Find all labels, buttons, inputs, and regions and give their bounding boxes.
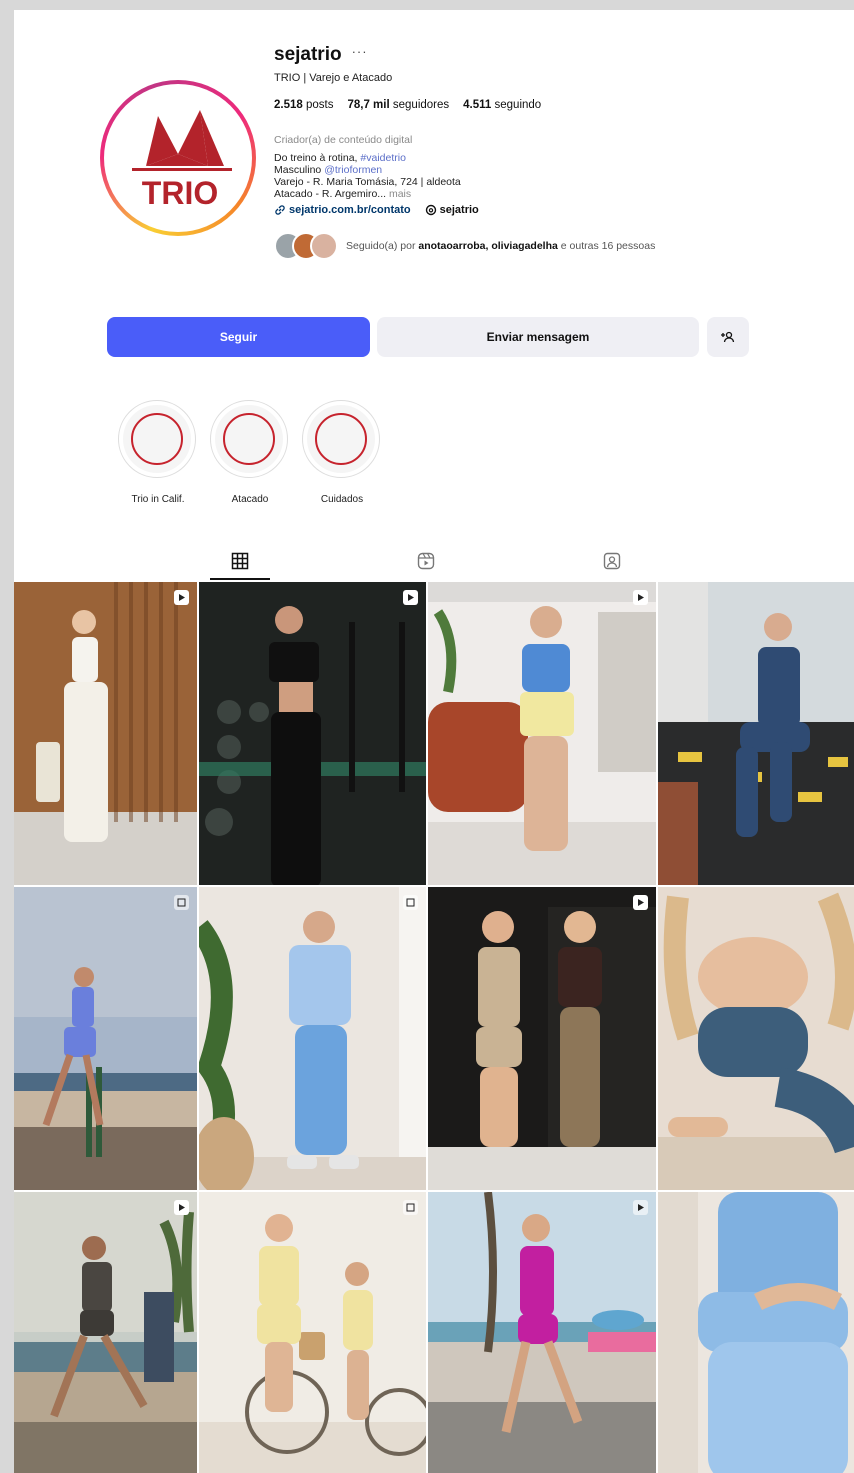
profile-bio: Do treino à rotina, #vaidetrio Masculino… bbox=[274, 152, 461, 200]
reel-icon bbox=[633, 590, 648, 605]
reel-icon bbox=[174, 1200, 189, 1215]
reel-icon bbox=[633, 895, 648, 910]
website-link[interactable]: sejatrio.com.br/contato bbox=[274, 204, 411, 216]
threads-icon bbox=[425, 204, 436, 216]
tagged-icon bbox=[603, 552, 621, 570]
profile-category: Criador(a) de conteúdo digital bbox=[274, 134, 413, 146]
post-thumbnail[interactable] bbox=[199, 1192, 426, 1473]
carousel-icon bbox=[403, 1200, 418, 1215]
post-thumbnail[interactable] bbox=[658, 582, 854, 885]
profile-stats: 2.518 posts 78,7 mil seguidores 4.511 se… bbox=[274, 99, 834, 111]
tab-reels[interactable] bbox=[396, 546, 456, 576]
followed-by[interactable]: Seguido(a) por anotaoarroba, oliviagadel… bbox=[274, 232, 834, 260]
post-thumbnail[interactable] bbox=[199, 887, 426, 1190]
profile-tabs bbox=[14, 540, 854, 580]
threads-link[interactable]: sejatrio bbox=[425, 204, 479, 216]
highlight-item[interactable]: Atacado bbox=[210, 400, 290, 505]
reel-icon bbox=[633, 1200, 648, 1215]
reels-icon bbox=[417, 552, 435, 570]
suggest-people-button[interactable] bbox=[707, 317, 749, 357]
trio-logo: TRIO bbox=[108, 88, 248, 228]
highlight-item[interactable]: Cuidados bbox=[302, 400, 382, 505]
post-thumbnail[interactable] bbox=[199, 582, 426, 885]
following-count[interactable]: 4.511 seguindo bbox=[463, 99, 541, 111]
follow-button[interactable]: Seguir bbox=[107, 317, 370, 357]
carousel-icon bbox=[403, 895, 418, 910]
post-thumbnail[interactable] bbox=[658, 1192, 854, 1473]
tab-posts[interactable] bbox=[210, 546, 270, 580]
reel-icon bbox=[174, 590, 189, 605]
profile-avatar[interactable]: TRIO bbox=[100, 80, 256, 236]
profile-full-name: TRIO | Varejo e Atacado bbox=[274, 72, 393, 84]
post-thumbnail[interactable] bbox=[428, 582, 656, 885]
profile-username: sejatrio bbox=[274, 44, 342, 65]
add-person-icon bbox=[721, 331, 735, 343]
hashtag-link[interactable]: #vaidetrio bbox=[360, 152, 406, 164]
post-thumbnail[interactable] bbox=[14, 582, 197, 885]
reel-icon bbox=[403, 590, 418, 605]
link-icon bbox=[275, 205, 285, 215]
carousel-icon bbox=[174, 895, 189, 910]
highlight-item[interactable]: Trio in Calif. bbox=[118, 400, 198, 505]
tab-tagged[interactable] bbox=[582, 546, 642, 576]
options-menu-icon[interactable]: ··· bbox=[352, 44, 368, 59]
post-thumbnail[interactable] bbox=[14, 1192, 197, 1473]
profile-page: TRIO sejatrio ··· TRIO | Varejo e Atacad… bbox=[14, 10, 854, 1473]
post-thumbnail[interactable] bbox=[658, 887, 854, 1190]
follower-avatar bbox=[310, 232, 338, 260]
bio-more-link[interactable]: mais bbox=[386, 188, 411, 200]
profile-info: sejatrio ··· TRIO | Varejo e Atacado 2.5… bbox=[274, 44, 834, 260]
post-thumbnail[interactable] bbox=[428, 1192, 656, 1473]
grid-icon bbox=[231, 552, 249, 570]
posts-count: 2.518 posts bbox=[274, 99, 334, 111]
message-button[interactable]: Enviar mensagem bbox=[377, 317, 699, 357]
svg-text:TRIO: TRIO bbox=[142, 175, 218, 211]
post-thumbnail[interactable] bbox=[14, 887, 197, 1190]
mention-link[interactable]: @trioformen bbox=[324, 164, 382, 176]
post-thumbnail[interactable] bbox=[428, 887, 656, 1190]
followers-count[interactable]: 78,7 mil seguidores bbox=[347, 99, 449, 111]
